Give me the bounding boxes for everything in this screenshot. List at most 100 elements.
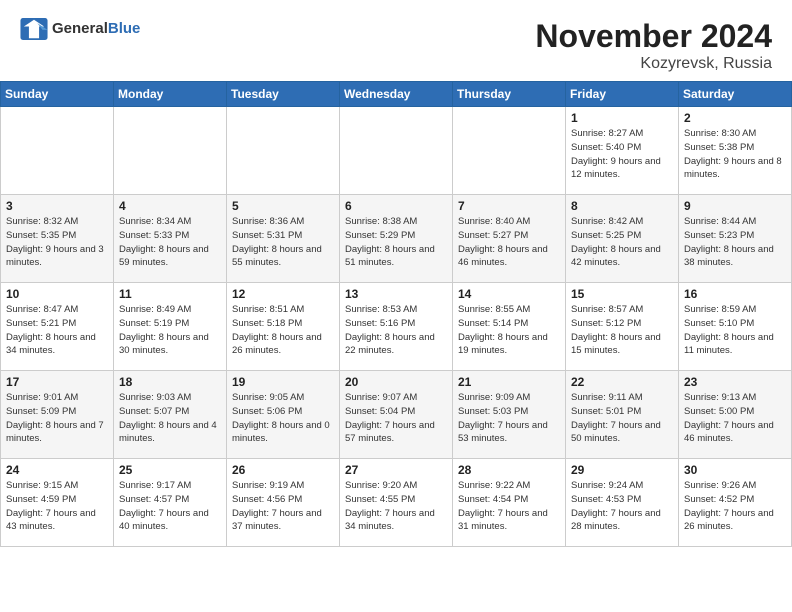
title-block: November 2024 Kozyrevsk, Russia: [535, 18, 772, 73]
weekday-header-wednesday: Wednesday: [340, 82, 453, 107]
calendar-cell: 29Sunrise: 9:24 AM Sunset: 4:53 PM Dayli…: [566, 459, 679, 547]
day-detail: Sunrise: 8:55 AM Sunset: 5:14 PM Dayligh…: [458, 303, 560, 358]
day-number: 20: [345, 375, 447, 389]
calendar-cell: 7Sunrise: 8:40 AM Sunset: 5:27 PM Daylig…: [453, 195, 566, 283]
calendar-cell: 8 Sunrise: 8:42 AM Sunset: 5:25 PM Daylig…: [566, 195, 679, 283]
calendar-cell: 28 Sunrise: 9:22 AM Sunset: 4:54 PM Dayli…: [453, 459, 566, 547]
calendar-cell: 30 Sunrise: 9:26 AM Sunset: 4:52 PM Dayli…: [679, 459, 792, 547]
day-detail: Sunrise: 9:05 AM Sunset: 5:06 PM Dayligh…: [232, 391, 334, 446]
calendar-cell: 23Sunrise: 9:13 AM Sunset: 5:00 PM Dayli…: [679, 371, 792, 459]
day-detail: Sunrise: 9:11 AM Sunset: 5:01 PM Dayligh…: [571, 391, 673, 446]
month-year-title: November 2024: [535, 18, 772, 55]
day-detail: Sunrise: 8:57 AM Sunset: 5:12 PM Dayligh…: [571, 303, 673, 358]
weekday-header-thursday: Thursday: [453, 82, 566, 107]
day-number: 29: [571, 463, 673, 477]
calendar-cell: 26 Sunrise: 9:19 AM Sunset: 4:56 PM Dayli…: [227, 459, 340, 547]
day-detail: Sunrise: 8:47 AM Sunset: 5:21 PM Dayligh…: [6, 303, 108, 358]
day-detail: Sunrise: 9:17 AM Sunset: 4:57 PM Dayligh…: [119, 479, 221, 534]
weekday-header-row: SundayMondayTuesdayWednesdayThursdayFrid…: [1, 82, 792, 107]
day-number: 18: [119, 375, 221, 389]
calendar-cell: 13 Sunrise: 8:53 AM Sunset: 5:16 PM Dayli…: [340, 283, 453, 371]
day-number: 21: [458, 375, 560, 389]
day-number: 2: [684, 111, 786, 125]
calendar-cell: [453, 107, 566, 195]
day-number: 5: [232, 199, 334, 213]
calendar-cell: 17Sunrise: 9:01 AM Sunset: 5:09 PM Dayli…: [1, 371, 114, 459]
day-detail: Sunrise: 9:01 AM Sunset: 5:09 PM Dayligh…: [6, 391, 108, 446]
day-number: 9: [684, 199, 786, 213]
calendar-cell: 25Sunrise: 9:17 AM Sunset: 4:57 PM Dayli…: [114, 459, 227, 547]
day-number: 28: [458, 463, 560, 477]
calendar-week-3: 17Sunrise: 9:01 AM Sunset: 5:09 PM Dayli…: [1, 371, 792, 459]
day-number: 19: [232, 375, 334, 389]
day-number: 11: [119, 287, 221, 301]
calendar-cell: 12 Sunrise: 8:51 AM Sunset: 5:18 PM Dayli…: [227, 283, 340, 371]
calendar-week-2: 10Sunrise: 8:47 AM Sunset: 5:21 PM Dayli…: [1, 283, 792, 371]
day-number: 30: [684, 463, 786, 477]
calendar-cell: 4 Sunrise: 8:34 AM Sunset: 5:33 PM Daylig…: [114, 195, 227, 283]
calendar-cell: 15 Sunrise: 8:57 AM Sunset: 5:12 PM Dayli…: [566, 283, 679, 371]
day-detail: Sunrise: 9:07 AM Sunset: 5:04 PM Dayligh…: [345, 391, 447, 446]
weekday-header-sunday: Sunday: [1, 82, 114, 107]
logo-blue-text: Blue: [108, 20, 141, 37]
calendar-cell: 1 Sunrise: 8:27 AM Sunset: 5:40 PM Daylig…: [566, 107, 679, 195]
day-number: 22: [571, 375, 673, 389]
weekday-header-monday: Monday: [114, 82, 227, 107]
logo: GeneralBlue: [20, 18, 140, 40]
calendar-cell: [227, 107, 340, 195]
day-number: 15: [571, 287, 673, 301]
day-number: 4: [119, 199, 221, 213]
calendar-cell: 3Sunrise: 8:32 AM Sunset: 5:35 PM Daylig…: [1, 195, 114, 283]
weekday-header-saturday: Saturday: [679, 82, 792, 107]
calendar-week-1: 3Sunrise: 8:32 AM Sunset: 5:35 PM Daylig…: [1, 195, 792, 283]
day-detail: Sunrise: 9:22 AM Sunset: 4:54 PM Dayligh…: [458, 479, 560, 534]
calendar-week-4: 24 Sunrise: 9:15 AM Sunset: 4:59 PM Dayli…: [1, 459, 792, 547]
day-number: 26: [232, 463, 334, 477]
day-number: 16: [684, 287, 786, 301]
calendar-cell: 27 Sunrise: 9:20 AM Sunset: 4:55 PM Dayli…: [340, 459, 453, 547]
day-detail: Sunrise: 8:59 AM Sunset: 5:10 PM Dayligh…: [684, 303, 786, 358]
calendar-cell: 18Sunrise: 9:03 AM Sunset: 5:07 PM Dayli…: [114, 371, 227, 459]
calendar-cell: 20 Sunrise: 9:07 AM Sunset: 5:04 PM Dayli…: [340, 371, 453, 459]
calendar-cell: 24 Sunrise: 9:15 AM Sunset: 4:59 PM Dayli…: [1, 459, 114, 547]
weekday-header-friday: Friday: [566, 82, 679, 107]
calendar-cell: 2Sunrise: 8:30 AM Sunset: 5:38 PM Daylig…: [679, 107, 792, 195]
calendar-cell: 10Sunrise: 8:47 AM Sunset: 5:21 PM Dayli…: [1, 283, 114, 371]
day-detail: Sunrise: 8:40 AM Sunset: 5:27 PM Dayligh…: [458, 215, 560, 270]
day-number: 12: [232, 287, 334, 301]
logo-icon: [20, 18, 48, 40]
day-detail: Sunrise: 8:51 AM Sunset: 5:18 PM Dayligh…: [232, 303, 334, 358]
day-number: 24: [6, 463, 108, 477]
day-detail: Sunrise: 8:49 AM Sunset: 5:19 PM Dayligh…: [119, 303, 221, 358]
day-detail: Sunrise: 9:26 AM Sunset: 4:52 PM Dayligh…: [684, 479, 786, 534]
day-detail: Sunrise: 8:32 AM Sunset: 5:35 PM Dayligh…: [6, 215, 108, 270]
day-detail: Sunrise: 8:42 AM Sunset: 5:25 PM Dayligh…: [571, 215, 673, 270]
calendar-cell: 21 Sunrise: 9:09 AM Sunset: 5:03 PM Dayli…: [453, 371, 566, 459]
day-number: 1: [571, 111, 673, 125]
day-number: 27: [345, 463, 447, 477]
day-detail: Sunrise: 8:53 AM Sunset: 5:16 PM Dayligh…: [345, 303, 447, 358]
calendar-cell: 5 Sunrise: 8:36 AM Sunset: 5:31 PM Daylig…: [227, 195, 340, 283]
day-number: 23: [684, 375, 786, 389]
day-detail: Sunrise: 8:27 AM Sunset: 5:40 PM Dayligh…: [571, 127, 673, 182]
calendar-cell: [1, 107, 114, 195]
day-detail: Sunrise: 9:15 AM Sunset: 4:59 PM Dayligh…: [6, 479, 108, 534]
day-detail: Sunrise: 9:19 AM Sunset: 4:56 PM Dayligh…: [232, 479, 334, 534]
calendar-cell: 11 Sunrise: 8:49 AM Sunset: 5:19 PM Dayli…: [114, 283, 227, 371]
calendar-cell: 16 Sunrise: 8:59 AM Sunset: 5:10 PM Dayli…: [679, 283, 792, 371]
day-number: 6: [345, 199, 447, 213]
day-detail: Sunrise: 9:20 AM Sunset: 4:55 PM Dayligh…: [345, 479, 447, 534]
calendar-cell: 22 Sunrise: 9:11 AM Sunset: 5:01 PM Dayli…: [566, 371, 679, 459]
day-detail: Sunrise: 9:09 AM Sunset: 5:03 PM Dayligh…: [458, 391, 560, 446]
day-number: 13: [345, 287, 447, 301]
calendar-cell: 9Sunrise: 8:44 AM Sunset: 5:23 PM Daylig…: [679, 195, 792, 283]
day-number: 8: [571, 199, 673, 213]
calendar-cell: 6Sunrise: 8:38 AM Sunset: 5:29 PM Daylig…: [340, 195, 453, 283]
day-detail: Sunrise: 8:34 AM Sunset: 5:33 PM Dayligh…: [119, 215, 221, 270]
day-number: 14: [458, 287, 560, 301]
day-detail: Sunrise: 8:36 AM Sunset: 5:31 PM Dayligh…: [232, 215, 334, 270]
calendar-cell: 19 Sunrise: 9:05 AM Sunset: 5:06 PM Dayli…: [227, 371, 340, 459]
logo-general-text: General: [52, 20, 108, 37]
calendar-week-0: 1 Sunrise: 8:27 AM Sunset: 5:40 PM Daylig…: [1, 107, 792, 195]
weekday-header-tuesday: Tuesday: [227, 82, 340, 107]
